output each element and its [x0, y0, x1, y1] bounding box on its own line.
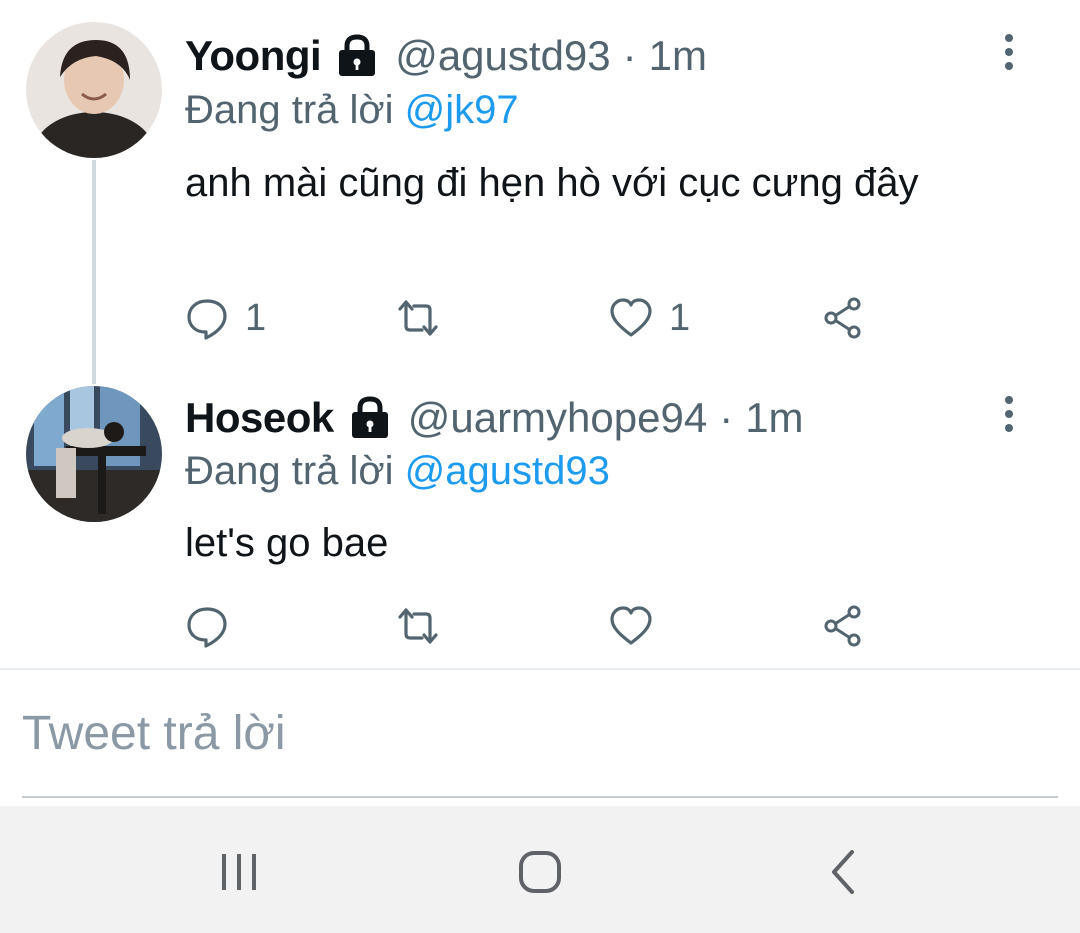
tweet[interactable]: Hoseok @uarmyhope94 · 1m Đang trả lời @a…: [0, 370, 1080, 668]
avatar[interactable]: [26, 386, 162, 522]
lock-icon: [333, 32, 381, 80]
back-button[interactable]: [818, 846, 870, 898]
timestamp[interactable]: 1m: [649, 32, 707, 80]
share-button[interactable]: [821, 293, 865, 343]
display-name[interactable]: Hoseok: [185, 394, 334, 442]
tweet[interactable]: Yoongi @agustd93 · 1m Đang trả lời @jk97…: [0, 0, 1080, 370]
replying-to: Đang trả lời @agustd93: [185, 449, 610, 494]
tweet-header: Yoongi @agustd93 · 1m: [185, 26, 707, 86]
user-handle[interactable]: @uarmyhope94: [408, 394, 707, 442]
like-count: 1: [669, 296, 691, 339]
reply-button[interactable]: [185, 601, 245, 651]
share-icon: [824, 605, 861, 647]
more-vertical-icon[interactable]: [994, 394, 1024, 434]
mention-link[interactable]: @jk97: [405, 88, 519, 132]
user-handle[interactable]: @agustd93: [395, 32, 610, 80]
reply-composer: [0, 670, 1080, 806]
display-name[interactable]: Yoongi: [185, 32, 322, 80]
replying-to: Đang trả lời @jk97: [185, 88, 519, 133]
retweet-icon: [398, 300, 438, 336]
separator: ·: [622, 32, 637, 79]
replying-to-label: Đang trả lời: [185, 88, 394, 132]
tweet-text: let's go bae: [185, 521, 389, 565]
back-icon: [832, 850, 854, 894]
heart-icon: [610, 298, 652, 337]
reply-count: 1: [245, 296, 267, 339]
replying-to-label: Đang trả lời: [185, 449, 394, 493]
like-button[interactable]: 1: [609, 293, 690, 343]
mention-link[interactable]: @agustd93: [405, 449, 610, 493]
retweet-button[interactable]: [396, 293, 456, 343]
recents-icon: [222, 854, 256, 890]
more-vertical-icon[interactable]: [994, 32, 1024, 72]
recents-button[interactable]: [213, 846, 265, 898]
tweet-text: anh mài cũng đi hẹn hò với cục cưng đây: [185, 161, 919, 205]
home-icon: [519, 851, 561, 893]
lock-icon: [346, 394, 394, 442]
system-nav-bar: [0, 806, 1080, 933]
heart-icon: [610, 606, 652, 645]
reply-icon: [187, 299, 227, 340]
tweet-header: Hoseok @uarmyhope94 · 1m: [185, 388, 804, 448]
separator: ·: [719, 394, 734, 441]
retweet-button[interactable]: [396, 601, 456, 651]
avatar[interactable]: [26, 22, 162, 158]
timestamp[interactable]: 1m: [745, 394, 803, 442]
like-button[interactable]: [609, 601, 669, 651]
home-button[interactable]: [514, 846, 566, 898]
share-icon: [824, 297, 861, 339]
reply-button[interactable]: 1: [185, 293, 266, 343]
retweet-icon: [398, 608, 438, 644]
reply-input[interactable]: [22, 698, 1058, 768]
tweet-actions: 1 1: [185, 293, 1005, 343]
tweet-actions: [185, 601, 1005, 651]
share-button[interactable]: [821, 601, 865, 651]
input-underline: [22, 796, 1058, 798]
reply-icon: [187, 607, 227, 648]
